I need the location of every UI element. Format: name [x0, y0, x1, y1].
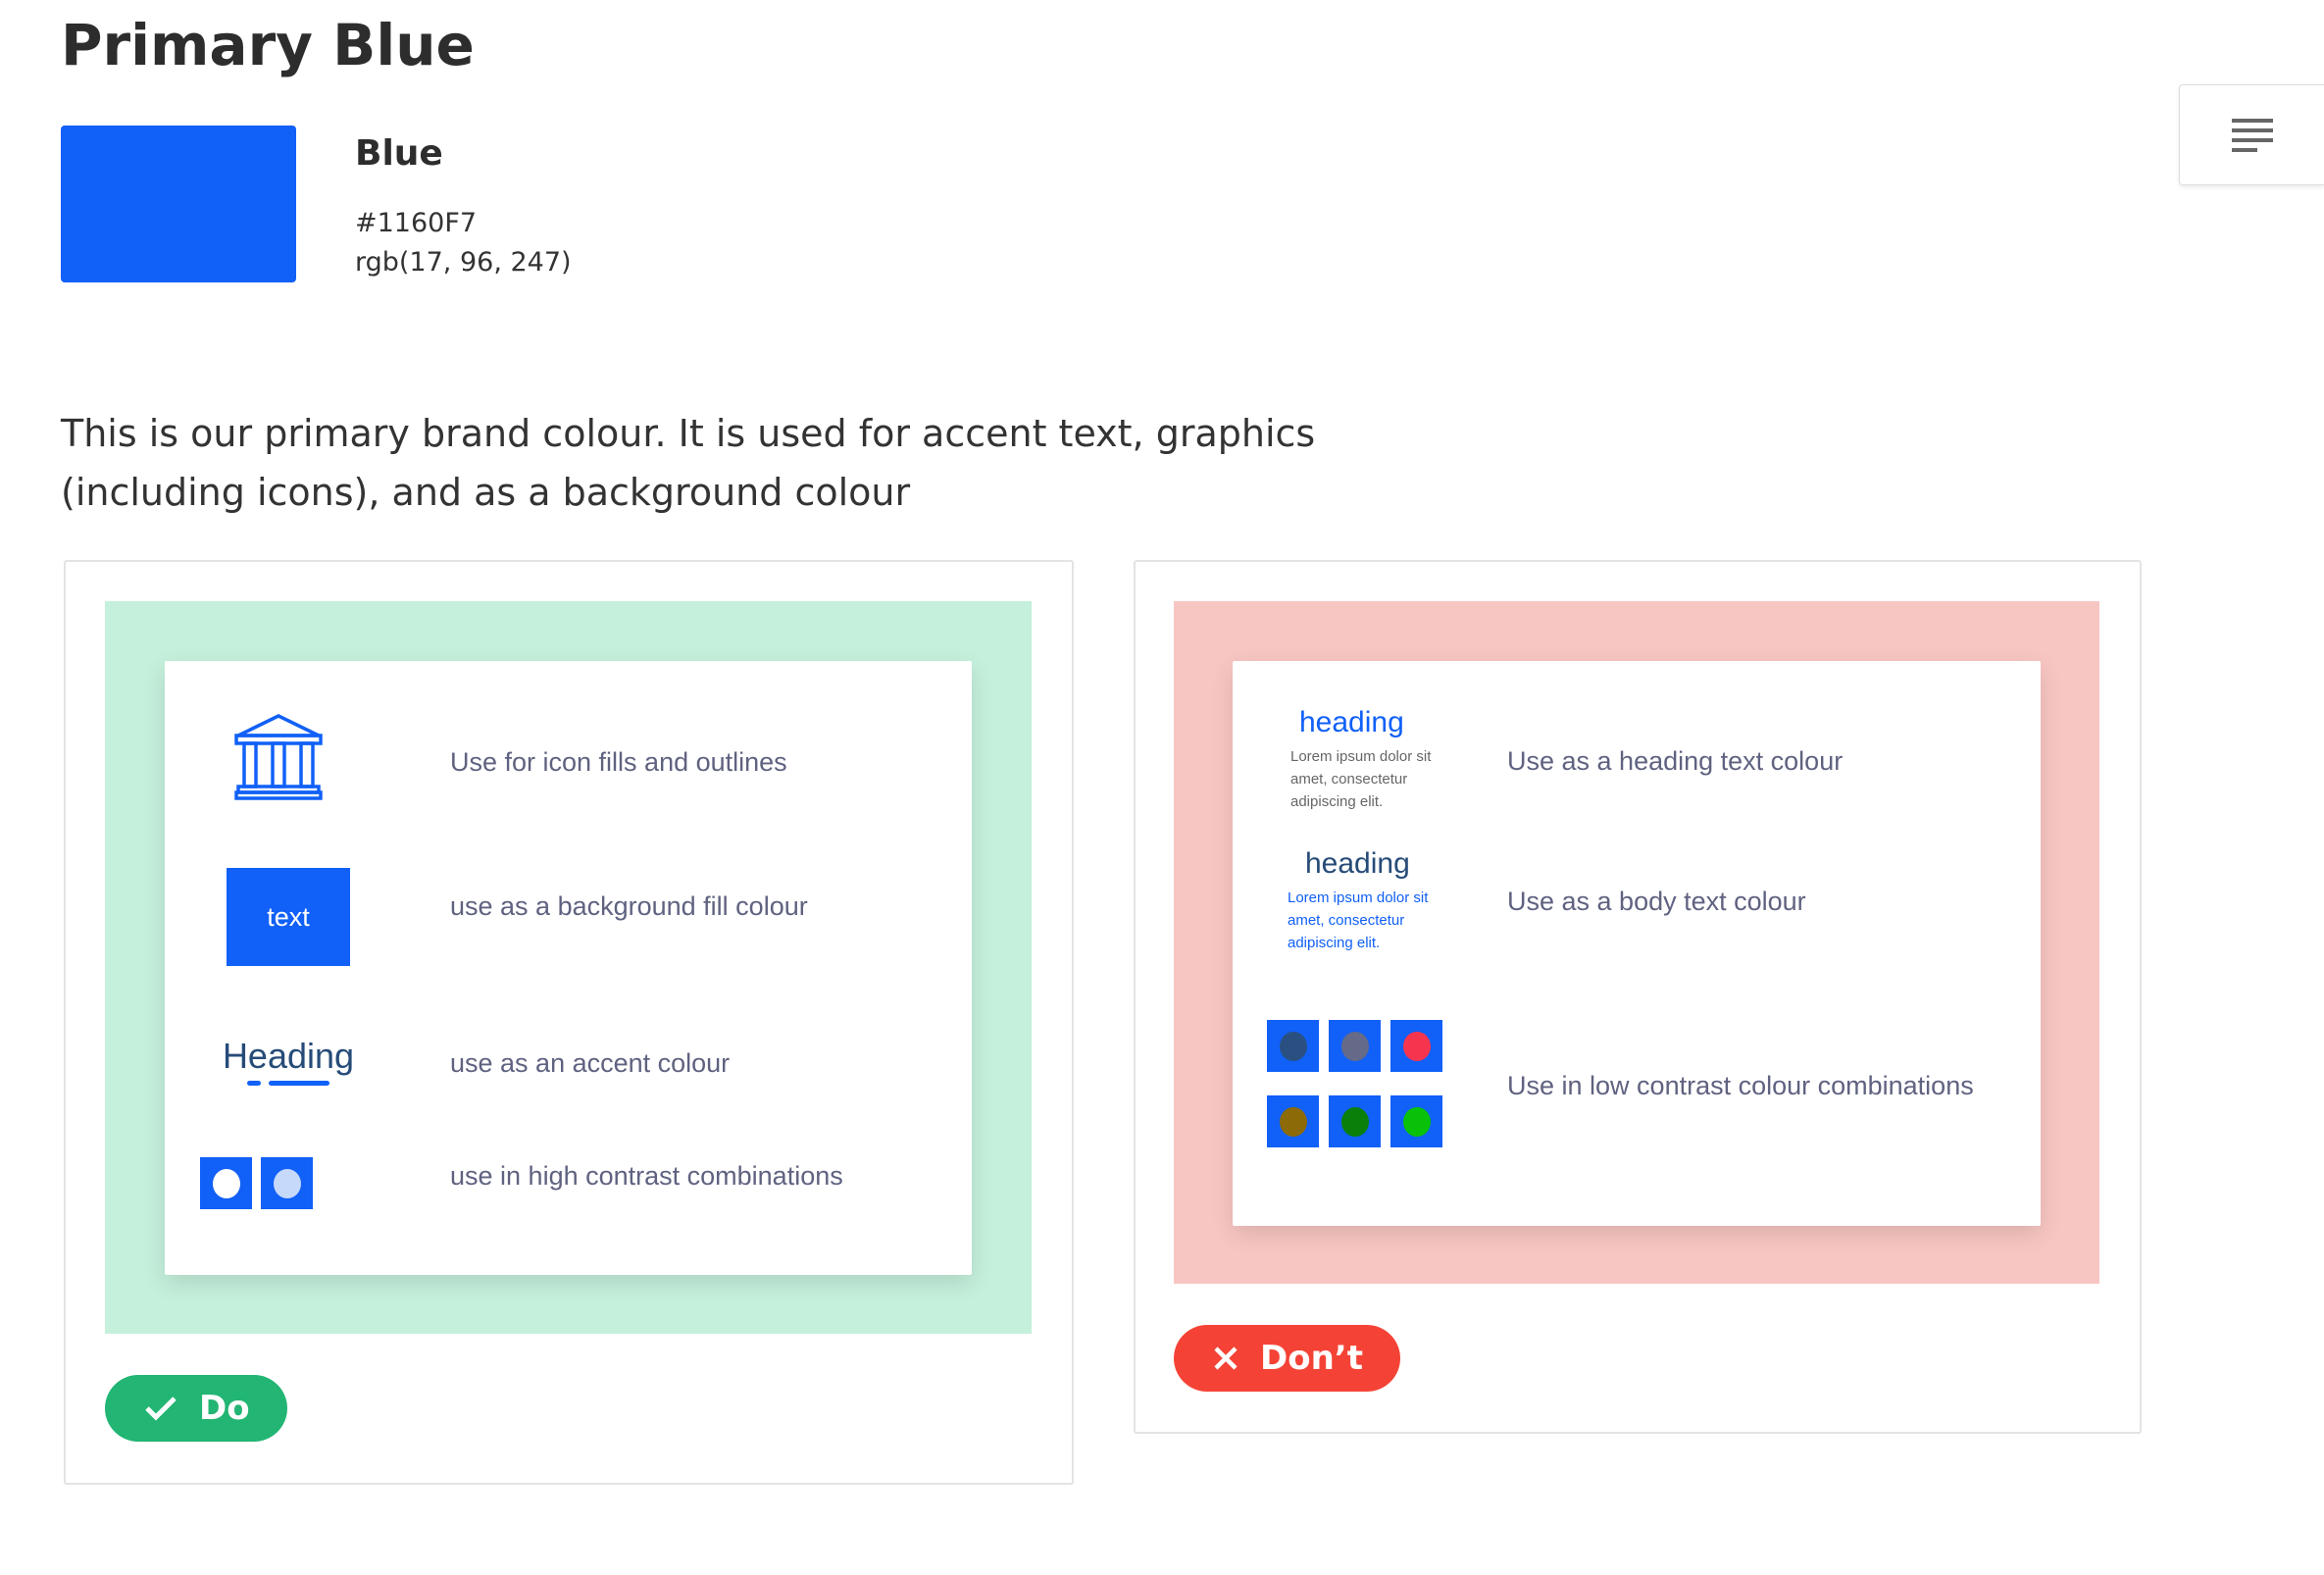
contrast-square — [1329, 1020, 1381, 1072]
text-background-sample: text — [227, 868, 350, 966]
dont-row-text: Use as a body text colour — [1507, 887, 1806, 916]
contrast-square — [200, 1157, 252, 1209]
dont-row-text: Use in low contrast colour combinations — [1507, 1071, 1974, 1100]
close-icon — [1214, 1346, 1238, 1370]
sample-heading: heading — [1299, 706, 1404, 738]
sample-lorem: Lorem ipsum dolor sit amet, consectetur … — [1290, 748, 1432, 810]
sample-heading: heading — [1305, 847, 1410, 880]
body-sample: heading Lorem ipsum dolor sit amet, cons… — [1288, 847, 1444, 954]
color-swatch — [61, 126, 296, 282]
do-row-text: use as a background fill colour — [450, 891, 808, 921]
do-row-text: Use for icon fills and outlines — [450, 747, 787, 777]
low-contrast-samples — [1267, 1020, 1463, 1147]
color-description: This is our primary brand colour. It is … — [61, 412, 1316, 514]
contrast-square — [1267, 1020, 1319, 1072]
page-title: Primary Blue — [61, 12, 475, 78]
dont-badge: Don’t — [1174, 1325, 1400, 1392]
contrast-square — [1390, 1020, 1442, 1072]
color-name: Blue — [355, 133, 443, 174]
contrast-square — [1390, 1095, 1442, 1147]
do-badge: Do — [105, 1375, 287, 1442]
sample-lorem: Lorem ipsum dolor sit amet, consectetur … — [1288, 889, 1429, 951]
do-label: Do — [199, 1389, 250, 1428]
menu-button[interactable] — [2179, 84, 2324, 185]
menu-lines-icon — [2231, 118, 2273, 152]
bank-icon — [234, 714, 323, 800]
do-row-text: use as an accent colour — [450, 1048, 731, 1078]
contrast-square — [1267, 1095, 1319, 1147]
high-contrast-samples — [200, 1157, 313, 1209]
dont-label: Don’t — [1260, 1339, 1363, 1378]
heading-sample: heading Lorem ipsum dolor sit amet, cons… — [1290, 706, 1447, 813]
accent-heading-sample: Heading — [218, 1036, 359, 1086]
check-icon — [145, 1397, 177, 1421]
sample-text: text — [267, 901, 310, 932]
dont-row-text: Use as a heading text colour — [1507, 746, 1844, 776]
contrast-square — [1329, 1095, 1381, 1147]
sample-heading: Heading — [222, 1036, 355, 1076]
contrast-square — [261, 1157, 313, 1209]
accent-underline — [247, 1081, 359, 1086]
color-hex[interactable]: #1160F7 — [355, 208, 477, 238]
color-rgb[interactable]: rgb(17, 96, 247) — [355, 247, 572, 278]
do-row-text: use in high contrast combinations — [450, 1161, 843, 1191]
